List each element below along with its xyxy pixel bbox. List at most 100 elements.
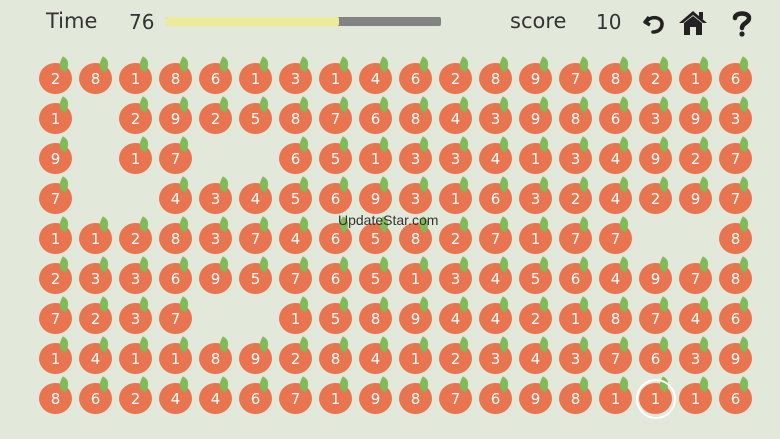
fruit-tile[interactable]: 7 xyxy=(277,256,317,298)
fruit-tile[interactable]: 5 xyxy=(237,256,277,298)
fruit-tile[interactable]: 9 xyxy=(717,336,757,378)
fruit-tile[interactable]: 8 xyxy=(717,216,757,258)
fruit-tile[interactable]: 4 xyxy=(237,176,277,218)
fruit-tile[interactable]: 7 xyxy=(637,296,677,338)
fruit-tile[interactable]: 2 xyxy=(437,56,477,98)
fruit-tile[interactable]: 8 xyxy=(477,56,517,98)
fruit-tile[interactable]: 3 xyxy=(437,256,477,298)
fruit-tile[interactable]: 9 xyxy=(677,96,717,138)
fruit-tile[interactable]: 3 xyxy=(437,136,477,178)
fruit-tile[interactable]: 6 xyxy=(477,376,517,418)
fruit-tile[interactable]: 3 xyxy=(197,176,237,218)
fruit-tile[interactable]: 2 xyxy=(517,296,557,338)
fruit-tile[interactable]: 9 xyxy=(677,176,717,218)
fruit-tile[interactable]: 3 xyxy=(637,96,677,138)
fruit-tile[interactable]: 6 xyxy=(317,256,357,298)
fruit-tile[interactable]: 1 xyxy=(117,336,157,378)
fruit-tile[interactable]: 1 xyxy=(277,296,317,338)
fruit-tile[interactable]: 1 xyxy=(517,136,557,178)
fruit-tile[interactable]: 1 xyxy=(677,56,717,98)
fruit-tile[interactable]: 9 xyxy=(517,56,557,98)
fruit-tile[interactable]: 9 xyxy=(517,376,557,418)
fruit-tile[interactable]: 6 xyxy=(397,56,437,98)
fruit-tile[interactable]: 3 xyxy=(677,336,717,378)
fruit-tile[interactable]: 8 xyxy=(37,376,77,418)
fruit-tile[interactable]: 1 xyxy=(117,56,157,98)
fruit-tile[interactable]: 7 xyxy=(37,176,77,218)
fruit-tile[interactable]: 7 xyxy=(237,216,277,258)
fruit-tile[interactable]: 2 xyxy=(197,96,237,138)
fruit-tile[interactable]: 3 xyxy=(717,96,757,138)
fruit-tile[interactable]: 4 xyxy=(77,336,117,378)
fruit-tile[interactable]: 8 xyxy=(157,216,197,258)
fruit-tile[interactable]: 4 xyxy=(597,176,637,218)
fruit-tile[interactable]: 4 xyxy=(597,256,637,298)
fruit-tile[interactable]: 7 xyxy=(717,136,757,178)
fruit-tile[interactable]: 8 xyxy=(397,376,437,418)
fruit-tile[interactable]: 3 xyxy=(197,216,237,258)
fruit-tile[interactable]: 3 xyxy=(117,296,157,338)
fruit-tile[interactable]: 2 xyxy=(117,216,157,258)
fruit-tile[interactable]: 1 xyxy=(77,216,117,258)
fruit-tile[interactable]: 4 xyxy=(157,376,197,418)
fruit-tile[interactable]: 2 xyxy=(117,376,157,418)
fruit-tile[interactable]: 2 xyxy=(437,216,477,258)
fruit-tile[interactable]: 4 xyxy=(517,336,557,378)
fruit-tile[interactable]: 8 xyxy=(197,336,237,378)
fruit-tile[interactable]: 1 xyxy=(636,376,677,419)
fruit-tile[interactable]: 1 xyxy=(317,376,357,418)
fruit-tile[interactable]: 3 xyxy=(477,336,517,378)
fruit-tile[interactable]: 3 xyxy=(397,136,437,178)
fruit-tile[interactable]: 7 xyxy=(717,176,757,218)
fruit-tile[interactable]: 4 xyxy=(477,296,517,338)
fruit-tile[interactable]: 2 xyxy=(277,336,317,378)
fruit-tile[interactable]: 7 xyxy=(157,136,197,178)
fruit-tile[interactable]: 4 xyxy=(437,96,477,138)
fruit-tile[interactable]: 7 xyxy=(597,216,637,258)
fruit-tile[interactable]: 8 xyxy=(357,296,397,338)
fruit-tile[interactable]: 1 xyxy=(37,216,77,258)
fruit-tile[interactable]: 7 xyxy=(477,216,517,258)
fruit-tile[interactable]: 1 xyxy=(317,56,357,98)
fruit-tile[interactable]: 8 xyxy=(317,336,357,378)
fruit-tile[interactable]: 8 xyxy=(597,56,637,98)
fruit-tile[interactable]: 6 xyxy=(157,256,197,298)
fruit-tile[interactable]: 2 xyxy=(637,56,677,98)
fruit-tile[interactable]: 6 xyxy=(477,176,517,218)
fruit-tile[interactable]: 9 xyxy=(637,256,677,298)
fruit-tile[interactable]: 2 xyxy=(117,96,157,138)
fruit-tile[interactable]: 1 xyxy=(677,376,717,418)
fruit-tile[interactable]: 5 xyxy=(317,296,357,338)
fruit-tile[interactable]: 3 xyxy=(557,136,597,178)
fruit-tile[interactable]: 5 xyxy=(237,96,277,138)
fruit-tile[interactable]: 3 xyxy=(557,336,597,378)
fruit-tile[interactable]: 9 xyxy=(237,336,277,378)
fruit-tile[interactable]: 7 xyxy=(597,336,637,378)
fruit-tile[interactable]: 8 xyxy=(157,56,197,98)
fruit-tile[interactable]: 4 xyxy=(357,56,397,98)
fruit-tile[interactable]: 2 xyxy=(637,176,677,218)
fruit-tile[interactable]: 7 xyxy=(557,216,597,258)
fruit-tile[interactable]: 6 xyxy=(277,136,317,178)
fruit-tile[interactable]: 8 xyxy=(277,96,317,138)
fruit-tile[interactable]: 4 xyxy=(597,136,637,178)
fruit-tile[interactable]: 4 xyxy=(357,336,397,378)
fruit-tile[interactable]: 9 xyxy=(357,376,397,418)
fruit-tile[interactable]: 6 xyxy=(77,376,117,418)
fruit-tile[interactable]: 2 xyxy=(37,256,77,298)
fruit-tile[interactable]: 3 xyxy=(517,176,557,218)
fruit-tile[interactable]: 8 xyxy=(557,376,597,418)
fruit-tile[interactable]: 1 xyxy=(597,376,637,418)
fruit-tile[interactable]: 5 xyxy=(357,256,397,298)
fruit-tile[interactable]: 1 xyxy=(397,256,437,298)
fruit-tile[interactable]: 1 xyxy=(557,296,597,338)
fruit-tile[interactable]: 7 xyxy=(277,376,317,418)
fruit-tile[interactable]: 6 xyxy=(557,256,597,298)
fruit-tile[interactable]: 8 xyxy=(557,96,597,138)
fruit-tile[interactable]: 2 xyxy=(437,336,477,378)
fruit-tile[interactable]: 6 xyxy=(197,56,237,98)
fruit-tile[interactable]: 3 xyxy=(477,96,517,138)
fruit-tile[interactable]: 4 xyxy=(677,296,717,338)
fruit-tile[interactable]: 1 xyxy=(117,136,157,178)
fruit-tile[interactable]: 7 xyxy=(37,296,77,338)
